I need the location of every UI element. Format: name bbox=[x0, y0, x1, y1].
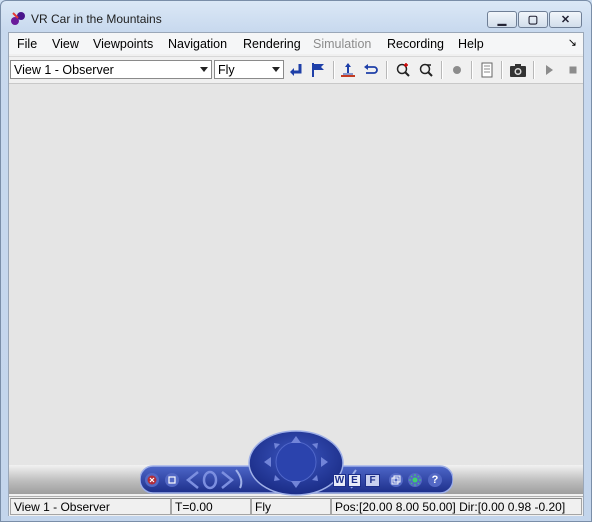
undo-icon bbox=[364, 64, 378, 74]
toolbar-separator bbox=[471, 61, 473, 79]
flag-icon bbox=[312, 63, 324, 77]
record-button[interactable] bbox=[447, 60, 467, 80]
menu-file[interactable]: File bbox=[17, 37, 37, 51]
create-viewpoint-button[interactable] bbox=[308, 60, 328, 80]
app-window: VR Car in the Mountains ▁ ▢ ✕ File View … bbox=[0, 0, 592, 522]
wireframe-toggle[interactable]: W bbox=[333, 474, 346, 487]
close-button[interactable]: ✕ bbox=[549, 11, 582, 28]
minimize-panel-button[interactable] bbox=[165, 473, 179, 487]
menu-bar: File View Viewpoints Navigation Renderin… bbox=[9, 33, 583, 54]
status-time-text: T=0.00 bbox=[175, 500, 213, 514]
ortho-toggle[interactable]: E bbox=[348, 474, 361, 487]
menu-viewpoints[interactable]: Viewpoints bbox=[93, 37, 153, 51]
status-mode: Fly bbox=[251, 498, 331, 515]
zoom-in-icon bbox=[396, 63, 410, 77]
help-label: ? bbox=[431, 474, 439, 486]
menu-view[interactable]: View bbox=[52, 37, 79, 51]
menu-simulation[interactable]: Simulation bbox=[313, 37, 371, 51]
toolbar-separator bbox=[333, 61, 335, 79]
toolbar-separator bbox=[386, 61, 388, 79]
status-time: T=0.00 bbox=[171, 498, 251, 515]
chevron-left-icon bbox=[185, 471, 199, 489]
camera-icon bbox=[510, 64, 526, 77]
client-area: File View Viewpoints Navigation Renderin… bbox=[8, 32, 584, 516]
navigation-mode-select[interactable]: Fly bbox=[214, 60, 284, 79]
play-icon bbox=[546, 65, 553, 75]
undo-move-button[interactable] bbox=[361, 60, 381, 80]
status-position-text: Pos:[20.00 8.00 50.00] Dir:[0.00 0.98 -0… bbox=[335, 500, 566, 514]
viewpoint-select[interactable]: View 1 - Observer bbox=[10, 60, 212, 79]
chevron-down-icon bbox=[272, 67, 280, 72]
wireframe-label: W bbox=[334, 475, 345, 486]
capture-options-button[interactable] bbox=[477, 60, 497, 80]
close-icon: ✕ bbox=[560, 14, 571, 26]
headlight-toggle[interactable] bbox=[408, 473, 422, 487]
maximize-icon: ▢ bbox=[527, 14, 539, 26]
headlight-icon bbox=[409, 474, 421, 486]
return-to-viewpoint-button[interactable] bbox=[286, 60, 306, 80]
maximize-button[interactable]: ▢ bbox=[518, 11, 548, 28]
toolbar: View 1 - Observer Fly bbox=[9, 56, 583, 84]
capture-frame-button[interactable] bbox=[508, 60, 528, 80]
stop-icon bbox=[569, 66, 577, 74]
status-mode-text: Fly bbox=[255, 500, 271, 514]
straighten-icon bbox=[341, 63, 355, 77]
document-icon bbox=[481, 62, 493, 78]
stop-simulation-button[interactable] bbox=[563, 60, 583, 80]
status-viewpoint-text: View 1 - Observer bbox=[14, 500, 110, 514]
window-icon bbox=[391, 475, 401, 485]
menu-navigation[interactable]: Navigation bbox=[168, 37, 227, 51]
minimize-icon: ▁ bbox=[497, 14, 507, 26]
vr-app-icon bbox=[11, 12, 25, 25]
menu-help[interactable]: Help bbox=[458, 37, 484, 51]
previous-viewpoint-button[interactable] bbox=[185, 470, 201, 490]
panel-icon bbox=[168, 476, 176, 484]
zoom-out-button[interactable] bbox=[416, 60, 436, 80]
menu-recording[interactable]: Recording bbox=[387, 37, 444, 51]
status-bar: View 1 - Observer T=0.00 Fly Pos:[20.00 … bbox=[9, 496, 583, 516]
menu-rendering[interactable]: Rendering bbox=[243, 37, 301, 51]
help-button[interactable]: ? bbox=[428, 473, 442, 487]
ortho-label: E bbox=[351, 475, 358, 486]
minimize-button[interactable]: ▁ bbox=[487, 11, 517, 28]
exit-button[interactable] bbox=[145, 473, 159, 487]
chevron-down-icon bbox=[200, 67, 208, 72]
toolbar-separator bbox=[441, 61, 443, 79]
fog-toggle[interactable]: F bbox=[365, 474, 380, 487]
status-position: Pos:[20.00 8.00 50.00] Dir:[0.00 0.98 -0… bbox=[331, 498, 582, 515]
zoom-in-button[interactable] bbox=[393, 60, 413, 80]
next-viewpoint-button[interactable] bbox=[219, 470, 235, 490]
window-mode-button[interactable] bbox=[389, 473, 403, 487]
start-simulation-button[interactable] bbox=[539, 60, 559, 80]
close-icon bbox=[147, 475, 157, 485]
navigation-mode-value: Fly bbox=[218, 63, 235, 77]
zoom-out-icon bbox=[419, 63, 433, 77]
toolbar-separator bbox=[533, 61, 535, 79]
window-title: VR Car in the Mountains bbox=[31, 12, 162, 26]
dock-arrow-icon[interactable]: ↘ bbox=[568, 36, 577, 49]
fog-label: F bbox=[369, 475, 376, 486]
record-icon bbox=[453, 66, 461, 74]
viewpoint-select-value: View 1 - Observer bbox=[14, 63, 114, 77]
straighten-up-button[interactable] bbox=[338, 60, 358, 80]
chevron-right-icon bbox=[221, 471, 235, 489]
title-bar[interactable]: VR Car in the Mountains ▁ ▢ ✕ bbox=[1, 1, 591, 31]
toolbar-separator bbox=[501, 61, 503, 79]
return-arrow-icon bbox=[290, 64, 302, 76]
status-viewpoint: View 1 - Observer bbox=[10, 498, 171, 515]
go-to-default-viewpoint-button[interactable] bbox=[201, 470, 219, 490]
home-viewpoint-icon bbox=[202, 470, 218, 490]
